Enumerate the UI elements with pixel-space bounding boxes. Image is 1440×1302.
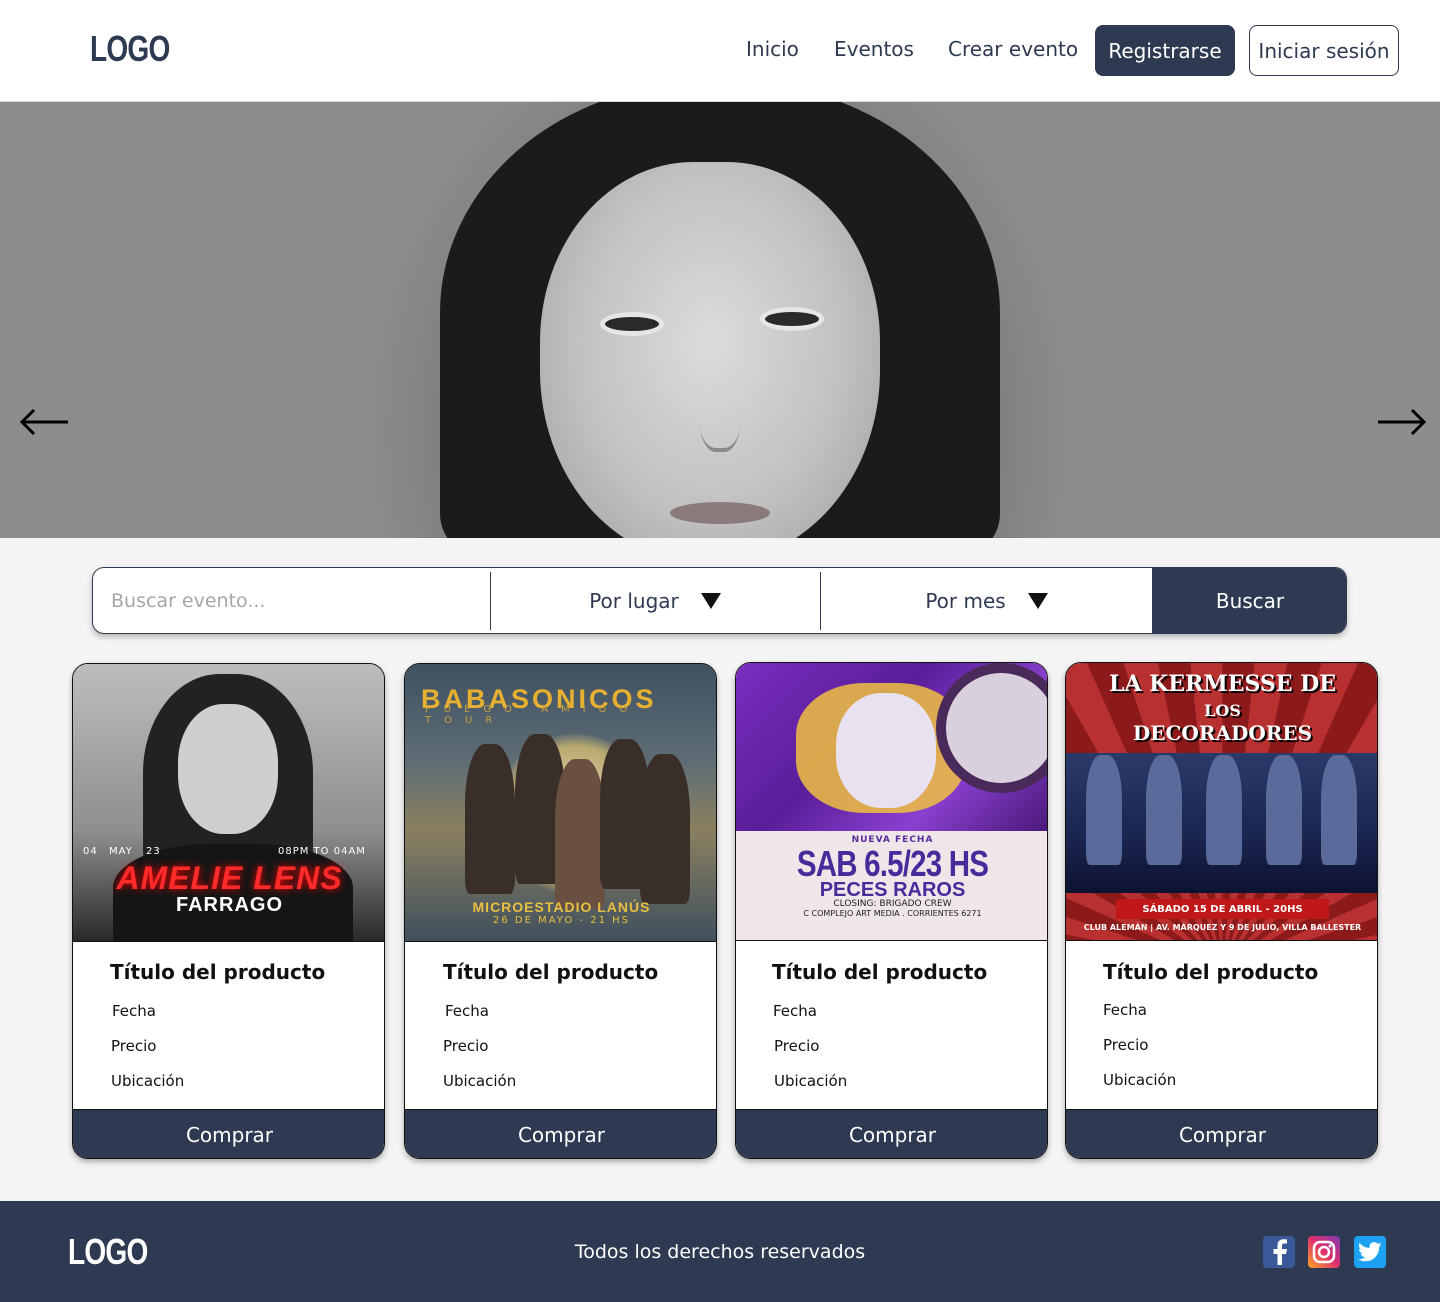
- place-filter-label: Por lugar: [589, 588, 679, 613]
- hero-image-nose: [700, 382, 740, 452]
- buy-button[interactable]: Comprar: [1066, 1109, 1377, 1158]
- instagram-icon[interactable]: [1308, 1236, 1340, 1268]
- buy-button[interactable]: Comprar: [73, 1109, 384, 1158]
- card-location: Ubicación: [443, 1072, 517, 1090]
- card-title: Título del producto: [110, 960, 326, 984]
- poster-title-line3: DECORADORES: [1132, 721, 1313, 745]
- poster-venue: MICROESTADIO LANÚS: [472, 899, 651, 915]
- dropdown-triangle-icon: [1027, 592, 1048, 609]
- poster-title-line1: LA KERMESSE DE: [1108, 671, 1337, 697]
- poster-figure: [465, 744, 515, 894]
- poster-figure: [640, 754, 690, 904]
- event-card: LA KERMESSE DE LOS DECORADORES SÁBADO 15…: [1065, 662, 1378, 1159]
- poster-figure: [555, 759, 605, 909]
- hero-image-eye: [760, 307, 824, 331]
- card-date: Fecha: [773, 1002, 817, 1020]
- header-logo[interactable]: LOGO: [90, 28, 170, 70]
- poster-closing: CLOSING: BRIGADO CREW: [833, 899, 952, 909]
- footer-copyright: Todos los derechos reservados: [574, 1241, 866, 1263]
- site-footer: LOGO Todos los derechos reservados: [0, 1201, 1440, 1302]
- event-poster[interactable]: 04 MAY 23 08PM TO 04AM AMELIE LENS FARRA…: [73, 664, 384, 942]
- poster-artist: AMELIE LENS: [116, 860, 343, 896]
- poster-figure: [1321, 755, 1357, 865]
- poster-figure: [1206, 755, 1242, 865]
- card-title: Título del producto: [772, 960, 988, 984]
- event-poster[interactable]: BABASONICOS FUEGO AMIGO TOUR MICROESTADI…: [405, 664, 716, 942]
- card-title: Título del producto: [443, 960, 659, 984]
- hero-carousel: [0, 102, 1440, 538]
- buy-button[interactable]: Comprar: [736, 1109, 1047, 1158]
- card-date: Fecha: [445, 1002, 489, 1020]
- buy-button[interactable]: Comprar: [405, 1109, 716, 1158]
- card-location: Ubicación: [774, 1072, 848, 1090]
- card-price: Precio: [774, 1037, 820, 1055]
- card-location: Ubicación: [111, 1072, 185, 1090]
- hero-image-eye: [600, 312, 664, 336]
- event-card: 04 MAY 23 08PM TO 04AM AMELIE LENS FARRA…: [72, 663, 385, 1159]
- poster-figure: [836, 693, 936, 808]
- card-price: Precio: [1103, 1036, 1149, 1054]
- nav-eventos[interactable]: Eventos: [834, 37, 914, 61]
- arrow-right-icon[interactable]: [1376, 402, 1426, 442]
- poster-date: SÁBADO 15 DE ABRIL - 20HS: [1116, 899, 1329, 919]
- facebook-icon[interactable]: [1263, 1236, 1295, 1268]
- poster-tour: FUEGO AMIGO TOUR: [425, 704, 641, 726]
- register-button[interactable]: Registrarse: [1095, 25, 1235, 76]
- arrow-left-icon[interactable]: [20, 402, 70, 442]
- card-date: Fecha: [112, 1002, 156, 1020]
- poster-year: 23: [146, 846, 161, 857]
- event-poster[interactable]: NUEVA FECHA SAB 6.5/23 HS PECES RAROS CL…: [736, 663, 1047, 941]
- card-location: Ubicación: [1103, 1071, 1177, 1089]
- poster-figure: [1146, 755, 1182, 865]
- poster-date: 26 DE MAYO - 21 HS: [493, 915, 630, 926]
- card-price: Precio: [111, 1037, 157, 1055]
- month-filter-label: Por mes: [925, 588, 1006, 613]
- poster-time: 08PM TO 04AM: [278, 846, 366, 857]
- poster-figure: [1086, 755, 1122, 865]
- month-filter-select[interactable]: Por mes: [821, 568, 1152, 633]
- card-title: Título del producto: [1103, 960, 1319, 984]
- search-input[interactable]: [93, 568, 490, 633]
- poster-venue: C COMPLEJO ART MEDIA . CORRIENTES 6271: [803, 909, 982, 918]
- event-card: NUEVA FECHA SAB 6.5/23 HS PECES RAROS CL…: [735, 662, 1048, 1159]
- poster-figure: [1266, 755, 1302, 865]
- poster-title-line2: LOS: [1204, 701, 1241, 720]
- poster-venue: CLUB ALEMÁN | AV. MÁRQUEZ Y 9 DE JULIO, …: [1083, 923, 1362, 932]
- hero-image-face: [540, 162, 880, 538]
- poster-day: 04: [83, 846, 98, 857]
- dropdown-triangle-icon: [700, 592, 721, 609]
- site-header: LOGO Inicio Eventos Crear evento Registr…: [0, 0, 1440, 102]
- search-button[interactable]: Buscar: [1152, 568, 1346, 633]
- card-price: Precio: [443, 1037, 489, 1055]
- poster-venue: FARRAGO: [176, 894, 283, 916]
- card-date: Fecha: [1103, 1001, 1147, 1019]
- event-card: BABASONICOS FUEGO AMIGO TOUR MICROESTADI…: [404, 663, 717, 1159]
- poster-figure: [178, 704, 278, 834]
- twitter-icon[interactable]: [1354, 1236, 1386, 1268]
- login-button[interactable]: Iniciar sesión: [1249, 25, 1399, 76]
- place-filter-select[interactable]: Por lugar: [491, 568, 819, 633]
- nav-inicio[interactable]: Inicio: [746, 37, 799, 61]
- nav-crear-evento[interactable]: Crear evento: [948, 37, 1078, 61]
- event-poster[interactable]: LA KERMESSE DE LOS DECORADORES SÁBADO 15…: [1066, 663, 1377, 941]
- poster-month: MAY: [109, 846, 133, 857]
- hero-image-mouth: [670, 502, 770, 524]
- search-bar: Por lugar Por mes Buscar: [92, 567, 1347, 634]
